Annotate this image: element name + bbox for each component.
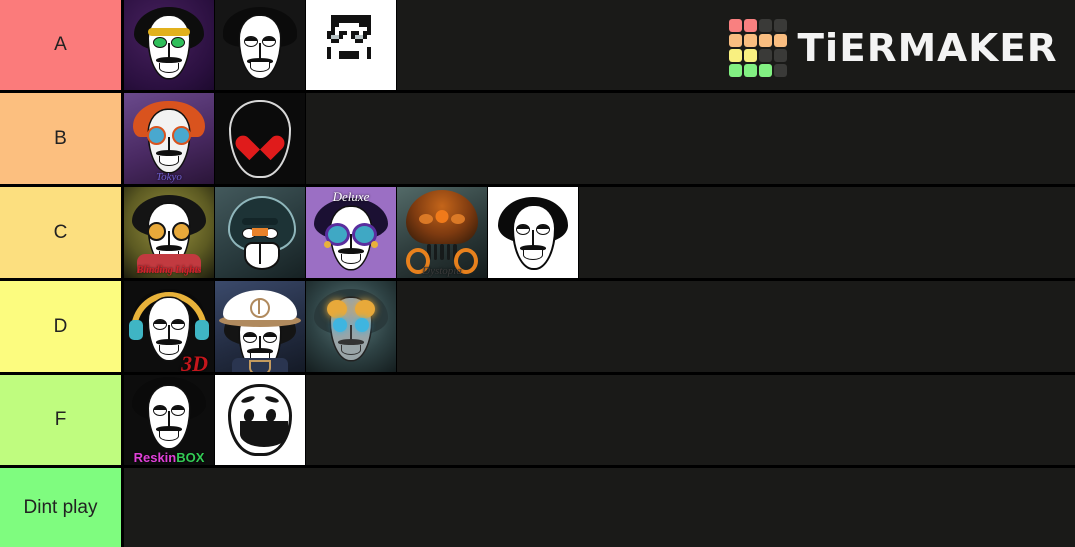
- tile-incredibox-reskinbox[interactable]: ReskinBOX: [124, 375, 215, 465]
- tile-incredibox-alpha[interactable]: [124, 0, 215, 90]
- tier-label-f[interactable]: F: [0, 375, 124, 465]
- tier-row-d[interactable]: D 3D: [0, 281, 1075, 375]
- tier-label-dint-play[interactable]: Dint play: [0, 468, 124, 547]
- tier-items-d[interactable]: 3D: [124, 281, 1075, 372]
- logo-wordmark: TiERMAKER: [797, 26, 1058, 70]
- tier-row-b[interactable]: B Tokyo: [0, 93, 1075, 187]
- tier-items-dint-play[interactable]: [124, 468, 1075, 547]
- art-evadare: [215, 187, 305, 278]
- tile-incredibox-heart[interactable]: [215, 93, 306, 184]
- art-dystopia: [397, 187, 487, 278]
- tile-incredibox-3d[interactable]: 3D: [124, 281, 215, 372]
- tile-incredibox-sketch[interactable]: [488, 187, 579, 278]
- art-heart: [215, 93, 305, 184]
- tier-row-f[interactable]: F ReskinBOX: [0, 375, 1075, 468]
- art-sketch: [488, 187, 578, 278]
- logo-grid-icon: [728, 19, 787, 77]
- tile-incredibox-evadare[interactable]: [215, 187, 306, 278]
- art-cap-guy: [215, 281, 305, 372]
- tiermaker-logo: TiERMAKER: [728, 19, 1058, 77]
- tier-row-c[interactable]: C Blinding Lights Deluxe Dystopia: [0, 187, 1075, 281]
- tier-row-dint-play[interactable]: Dint play: [0, 468, 1075, 547]
- tile-incredibox-blinding-lights[interactable]: Blinding Lights: [124, 187, 215, 278]
- art-clown: [215, 375, 305, 465]
- art-armed: [306, 281, 396, 372]
- tier-label-a[interactable]: A: [0, 0, 124, 90]
- art-blinding-lights: [124, 187, 214, 278]
- art-classic: [215, 0, 305, 90]
- tier-list: A TiERMAKER B Tokyo C Blinding Lights De…: [0, 0, 1075, 547]
- art-pixel: [306, 0, 396, 90]
- tile-incredibox-armed[interactable]: [306, 281, 397, 372]
- tile-incredibox-sunrise[interactable]: [215, 281, 306, 372]
- tier-items-c[interactable]: Blinding Lights Deluxe Dystopia: [124, 187, 1075, 278]
- tier-items-f[interactable]: ReskinBOX: [124, 375, 1075, 465]
- art-alpha: [124, 0, 214, 90]
- art-3d: [124, 281, 214, 372]
- tile-incredibox-little-miss[interactable]: [215, 0, 306, 90]
- tile-incredibox-tokyo[interactable]: Tokyo: [124, 93, 215, 184]
- tile-incredibox-pixel[interactable]: [306, 0, 397, 90]
- heart-icon: [245, 125, 275, 152]
- tile-incredibox-clown[interactable]: [215, 375, 306, 465]
- tier-label-d[interactable]: D: [0, 281, 124, 372]
- tier-items-b[interactable]: Tokyo: [124, 93, 1075, 184]
- tier-label-c[interactable]: C: [0, 187, 124, 278]
- art-reskinbox: [124, 375, 214, 465]
- art-deluxe: [306, 187, 396, 278]
- tier-label-b[interactable]: B: [0, 93, 124, 184]
- tier-row-a[interactable]: A TiERMAKER: [0, 0, 1075, 93]
- tile-incredibox-dystopia[interactable]: Dystopia: [397, 187, 488, 278]
- tile-incredibox-deluxe[interactable]: Deluxe: [306, 187, 397, 278]
- art-tokyo: [124, 93, 214, 184]
